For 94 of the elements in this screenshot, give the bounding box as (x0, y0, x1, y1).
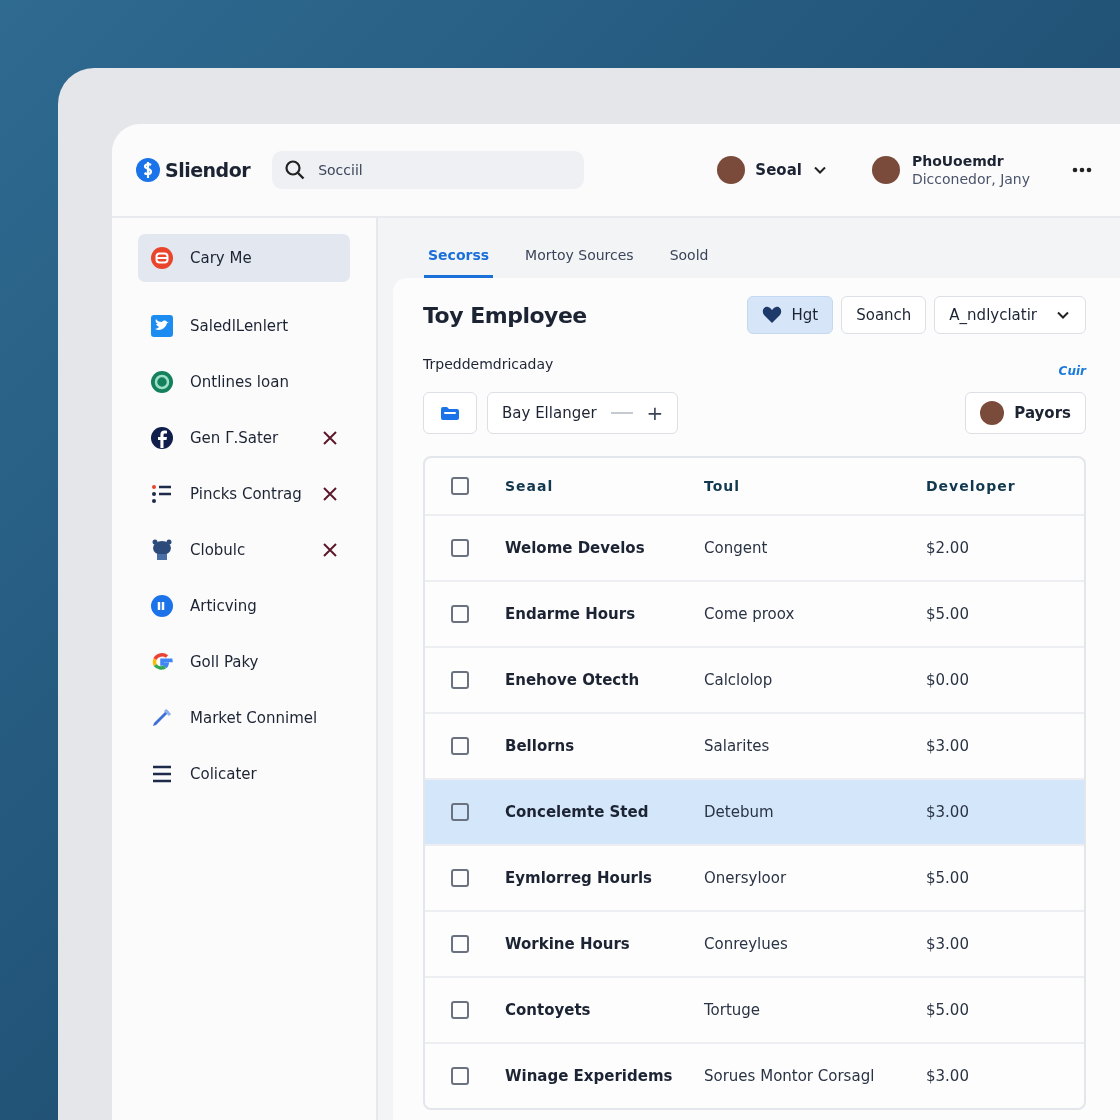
sidebar-item[interactable]: Clobulc (138, 526, 350, 574)
table-cell: $3.00 (926, 803, 969, 821)
list-icon (150, 482, 174, 506)
table-cell: $5.00 (926, 869, 969, 887)
account-menu[interactable]: Seoal (717, 156, 828, 184)
profile-subtitle: Dicconedor, Jany (911, 171, 1030, 187)
sidebar-item[interactable]: Cary Me (138, 234, 350, 282)
avatar (871, 156, 900, 184)
table-cell: $5.00 (926, 605, 969, 623)
table-cell: $3.00 (926, 1067, 969, 1085)
checkbox[interactable] (451, 605, 469, 623)
column-header: Toul (704, 478, 742, 494)
checkbox[interactable] (451, 1067, 469, 1085)
table-cell-text: Bellorns (505, 737, 576, 755)
panel-title: Toy Employee (423, 302, 587, 328)
checkbox[interactable] (451, 1001, 469, 1019)
table-cell-text: Onersyloor (704, 869, 788, 887)
folder-button[interactable] (423, 392, 477, 434)
payors-button[interactable]: Payors (965, 392, 1086, 434)
table-cell: $3.00 (926, 737, 969, 755)
tab[interactable]: Soold (665, 240, 713, 278)
table-cell-text: Endarme Hours (505, 605, 637, 623)
chat-icon (150, 246, 174, 270)
sidebar-item[interactable]: Goll Paky (138, 638, 350, 686)
checkbox[interactable] (451, 803, 469, 821)
close-icon[interactable] (322, 430, 338, 446)
table-row[interactable]: Welome Develos Congent $2.00 (425, 514, 1084, 580)
dropdown[interactable]: A_ndlyclatir (934, 296, 1086, 334)
close-icon[interactable] (322, 542, 338, 558)
sidebar-item[interactable]: Articving (138, 582, 350, 630)
close-icon[interactable] (322, 486, 338, 502)
more-icon[interactable] (1072, 167, 1092, 173)
app-logo-text: Sliendor (165, 159, 251, 181)
checkbox[interactable] (451, 737, 469, 755)
letter-f-icon (150, 426, 174, 450)
profile-name: PhoUoemdr (911, 153, 1005, 169)
checkbox[interactable] (451, 671, 469, 689)
table-cell-text: Winage Experidems (505, 1067, 674, 1085)
table-cell-text: Eymlorreg Hourls (505, 869, 654, 887)
search-icon (284, 159, 307, 181)
toolbar-button[interactable]: Hgt (746, 296, 834, 334)
filter-label: Bay Ellanger (502, 404, 597, 422)
link[interactable]: Cuir (1058, 364, 1086, 378)
table-cell-text: Calclolop (704, 671, 774, 689)
table-cell: $5.00 (926, 1001, 969, 1019)
sidebar-item[interactable]: Colicater (138, 750, 350, 798)
table-cell: $2.00 (926, 539, 969, 557)
panel-subtitle: Trpeddemdricaday (423, 356, 554, 372)
toolbar-button[interactable]: Soanch (841, 296, 927, 334)
table-cell-text: Workine Hours (505, 935, 631, 953)
folder-icon (440, 405, 460, 421)
sidebar-item[interactable]: Ontlines loan (138, 358, 350, 406)
tab[interactable]: Mortoy Sources (521, 240, 638, 278)
checkbox[interactable] (451, 477, 469, 495)
circle-icon (150, 594, 174, 618)
table-row[interactable]: Endarme Hours Come proox $5.00 (425, 580, 1084, 646)
table-row[interactable]: Workine Hours Conreylues $3.00 (425, 910, 1084, 976)
table-cell-text: Conreylues (704, 935, 789, 953)
table-cell-text: Detebum (704, 803, 775, 821)
avatar (717, 156, 746, 184)
table-row[interactable]: Contoyets Tortuge $5.00 (425, 976, 1084, 1042)
robot-icon (150, 538, 174, 562)
heart-icon (761, 306, 782, 324)
table-cell-text: Contoyets (505, 1001, 592, 1019)
table-cell: $0.00 (926, 671, 969, 689)
table-row[interactable]: Concelemte Sted Detebum $3.00 (425, 778, 1084, 844)
column-header: Seaal (505, 478, 555, 494)
table-row[interactable]: Winage Experidems Sorues Montor Corsagl $3.00 (425, 1042, 1084, 1108)
table-cell-text: Salarites (704, 737, 771, 755)
sidebar-item[interactable]: SaledlLenlert (138, 302, 350, 350)
search-field[interactable]: Socciil (272, 151, 585, 189)
sidebar-item[interactable]: Pincks Contrag (138, 470, 350, 518)
table-cell-text: Concelemte Sted (505, 803, 650, 821)
table-row[interactable]: Enehove Otecth Calclolop $0.00 (425, 646, 1084, 712)
checkbox[interactable] (451, 935, 469, 953)
table-cell-text: Tortuge (704, 1001, 762, 1019)
table-row[interactable]: Eymlorreg Hourls Onersyloor $5.00 (425, 844, 1084, 910)
table-cell: $3.00 (926, 935, 969, 953)
add-button[interactable]: + (646, 401, 664, 425)
table-cell-text: Sorues Montor Corsagl (704, 1067, 876, 1085)
checkbox[interactable] (451, 869, 469, 887)
table-cell-text: Congent (704, 539, 769, 557)
avatar (980, 401, 1005, 425)
swirl-icon (150, 370, 174, 394)
bird-icon (150, 314, 174, 338)
column-header: Developer (926, 478, 1016, 494)
table-cell-text: Enehove Otecth (505, 671, 641, 689)
checkbox[interactable] (451, 539, 469, 557)
table-cell-text: Come proox (704, 605, 796, 623)
filter-chip[interactable]: Bay Ellanger + (487, 392, 679, 434)
sidebar-item[interactable]: Market Connimel (138, 694, 350, 742)
sidebar-item[interactable]: Gen Γ.Sater (138, 414, 350, 462)
logo-icon (135, 157, 161, 183)
table-cell-text: Welome Develos (505, 539, 646, 557)
